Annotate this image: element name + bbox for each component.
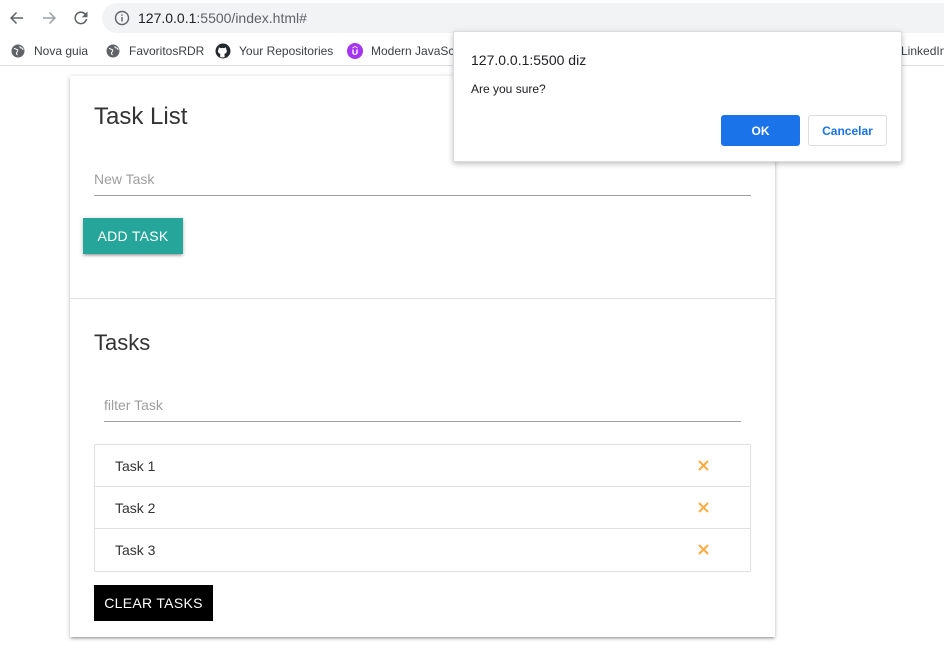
section-divider bbox=[70, 298, 775, 299]
dialog-message: Are you sure? bbox=[471, 82, 546, 96]
task-item: Task 2 bbox=[95, 487, 750, 529]
page-title: Task List bbox=[94, 103, 188, 130]
task-label: Task 1 bbox=[115, 458, 156, 474]
github-icon bbox=[215, 43, 231, 59]
task-label: Task 2 bbox=[115, 500, 156, 516]
delete-icon[interactable] bbox=[695, 499, 711, 515]
back-arrow-icon[interactable] bbox=[5, 6, 29, 30]
info-icon[interactable] bbox=[114, 10, 130, 26]
bookmark-your-repositories[interactable]: Your Repositories bbox=[215, 40, 333, 62]
confirm-dialog: 127.0.0.1:5500 diz Are you sure? OK Canc… bbox=[453, 31, 902, 162]
url-text: 127.0.0.1:5500/index.html# bbox=[138, 10, 307, 26]
address-bar[interactable]: 127.0.0.1:5500/index.html# bbox=[102, 3, 944, 33]
forward-arrow-icon[interactable] bbox=[37, 6, 61, 30]
bookmark-linkedin[interactable]: LinkedIn bbox=[901, 40, 944, 62]
globe-icon bbox=[105, 43, 121, 59]
reload-icon[interactable] bbox=[69, 6, 93, 30]
new-task-input[interactable] bbox=[94, 162, 751, 196]
ok-button[interactable]: OK bbox=[721, 115, 800, 146]
task-item: Task 3 bbox=[95, 529, 750, 571]
task-list: Task 1 Task 2 Task 3 bbox=[94, 444, 751, 572]
clear-tasks-button[interactable]: CLEAR TASKS bbox=[94, 585, 213, 621]
delete-icon[interactable] bbox=[695, 457, 711, 473]
udemy-icon bbox=[347, 43, 363, 59]
add-task-button[interactable]: ADD TASK bbox=[83, 218, 183, 254]
tasks-heading: Tasks bbox=[94, 330, 151, 355]
globe-icon bbox=[10, 43, 26, 59]
task-item: Task 1 bbox=[95, 445, 750, 487]
bookmark-favoritosrdr[interactable]: FavoritosRDR bbox=[105, 40, 204, 62]
task-label: Task 3 bbox=[115, 542, 156, 558]
dialog-title: 127.0.0.1:5500 diz bbox=[471, 52, 587, 68]
cancel-button[interactable]: Cancelar bbox=[808, 115, 887, 146]
delete-icon[interactable] bbox=[695, 541, 711, 557]
filter-input[interactable] bbox=[104, 388, 741, 422]
bookmark-nova-guia[interactable]: Nova guia bbox=[10, 40, 88, 62]
bookmark-modern-javascript[interactable]: Modern JavaScr bbox=[347, 40, 458, 62]
